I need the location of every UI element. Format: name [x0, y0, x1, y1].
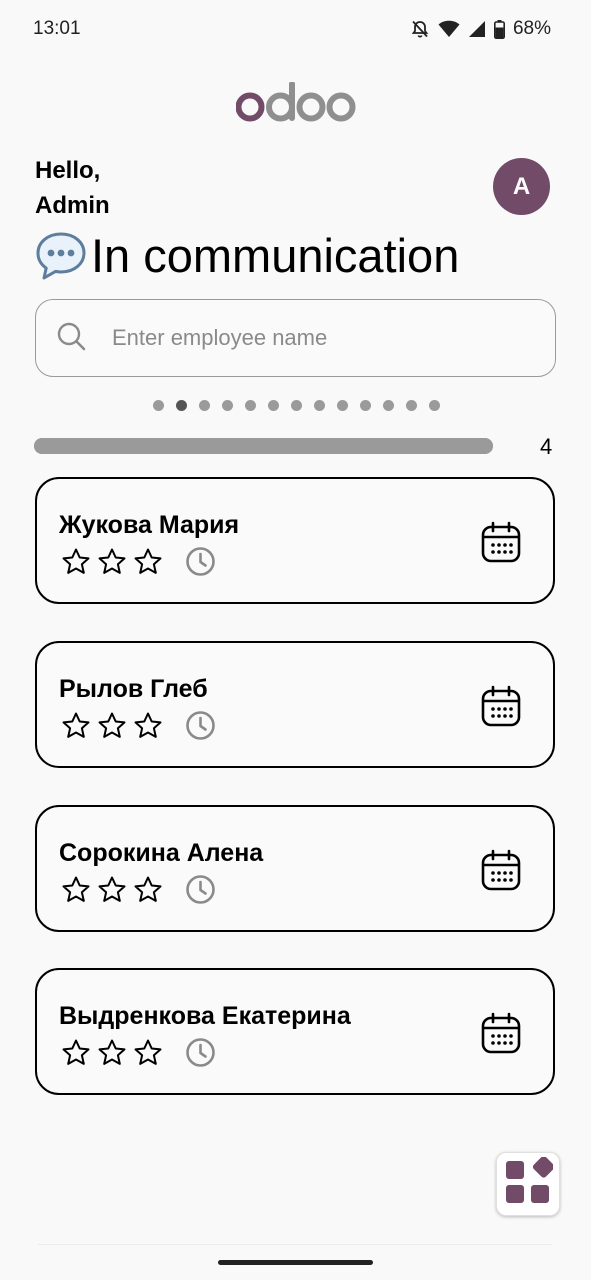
greeting: Hello, Admin [35, 153, 110, 223]
avatar[interactable]: A [493, 158, 550, 215]
star-icon[interactable] [133, 711, 163, 746]
pager-dot[interactable] [359, 400, 371, 411]
clock-icon[interactable] [185, 1037, 216, 1073]
star-icon[interactable] [61, 547, 91, 582]
pager-dots[interactable] [0, 400, 591, 414]
pager-dot[interactable] [428, 400, 440, 411]
pager-dot[interactable] [313, 400, 325, 411]
bell-off-icon [410, 19, 430, 39]
search-icon [56, 321, 86, 356]
pager-dot[interactable] [405, 400, 417, 411]
pager-dot[interactable] [267, 400, 279, 411]
pager-dot[interactable] [152, 400, 164, 411]
calendar-icon[interactable] [481, 1012, 521, 1059]
pager-dot[interactable] [221, 400, 233, 411]
progress-bar [34, 438, 493, 454]
pager-dot[interactable] [175, 400, 187, 411]
apps-grid-icon [503, 1155, 555, 1212]
progress-fill [34, 438, 493, 454]
battery-percent: 68% [512, 18, 551, 39]
calendar-icon[interactable] [481, 521, 521, 568]
divider [38, 1244, 552, 1245]
greeting-line: Hello, [35, 157, 101, 184]
apps-button[interactable] [496, 1152, 560, 1216]
employee-count: 4 [540, 434, 553, 459]
pager-dot[interactable] [244, 400, 256, 411]
page-title: In communication [33, 227, 459, 285]
status-icons: 68% [410, 18, 551, 40]
home-indicator[interactable] [218, 1260, 373, 1265]
star-icon[interactable] [97, 1038, 127, 1073]
employee-card[interactable]: Рылов Глеб [35, 641, 555, 768]
employee-name: Выдренкова Екатерина [59, 1002, 351, 1030]
calendar-icon[interactable] [481, 849, 521, 896]
star-icon[interactable] [61, 875, 91, 910]
employee-card[interactable]: Жукова Мария [35, 477, 555, 604]
pager-dot[interactable] [336, 400, 348, 411]
employee-rating[interactable] [61, 710, 216, 746]
employee-name: Сорокина Алена [59, 839, 264, 867]
pager-dot[interactable] [290, 400, 302, 411]
employee-rating[interactable] [61, 1037, 216, 1073]
calendar-icon[interactable] [481, 685, 521, 732]
clock-icon[interactable] [185, 710, 216, 746]
star-icon[interactable] [97, 875, 127, 910]
star-icon[interactable] [61, 711, 91, 746]
odoo-logo [0, 82, 591, 134]
star-icon[interactable] [133, 1038, 163, 1073]
status-time: 13:01 [33, 18, 81, 39]
cellular-signal-icon [468, 20, 486, 38]
employee-rating[interactable] [61, 874, 216, 910]
star-icon[interactable] [133, 547, 163, 582]
search-field[interactable] [35, 299, 556, 377]
clock-icon[interactable] [185, 874, 216, 910]
star-icon[interactable] [61, 1038, 91, 1073]
pager-dot[interactable] [382, 400, 394, 411]
star-icon[interactable] [97, 547, 127, 582]
employee-name: Рылов Глеб [59, 675, 208, 703]
employee-card[interactable]: Сорокина Алена [35, 805, 555, 932]
wifi-icon [438, 20, 460, 38]
speech-bubble-icon [33, 228, 89, 284]
star-icon[interactable] [97, 711, 127, 746]
user-name: Admin [35, 192, 110, 219]
employee-card[interactable]: Выдренкова Екатерина [35, 968, 555, 1095]
employee-name: Жукова Мария [59, 511, 240, 539]
clock-icon[interactable] [185, 546, 216, 582]
employee-rating[interactable] [61, 546, 216, 582]
search-input[interactable] [110, 324, 514, 352]
status-bar: 13:01 68% [0, 0, 591, 58]
battery-icon [493, 19, 505, 39]
pager-dot[interactable] [198, 400, 210, 411]
star-icon[interactable] [133, 875, 163, 910]
page-title-text: In communication [91, 229, 460, 282]
